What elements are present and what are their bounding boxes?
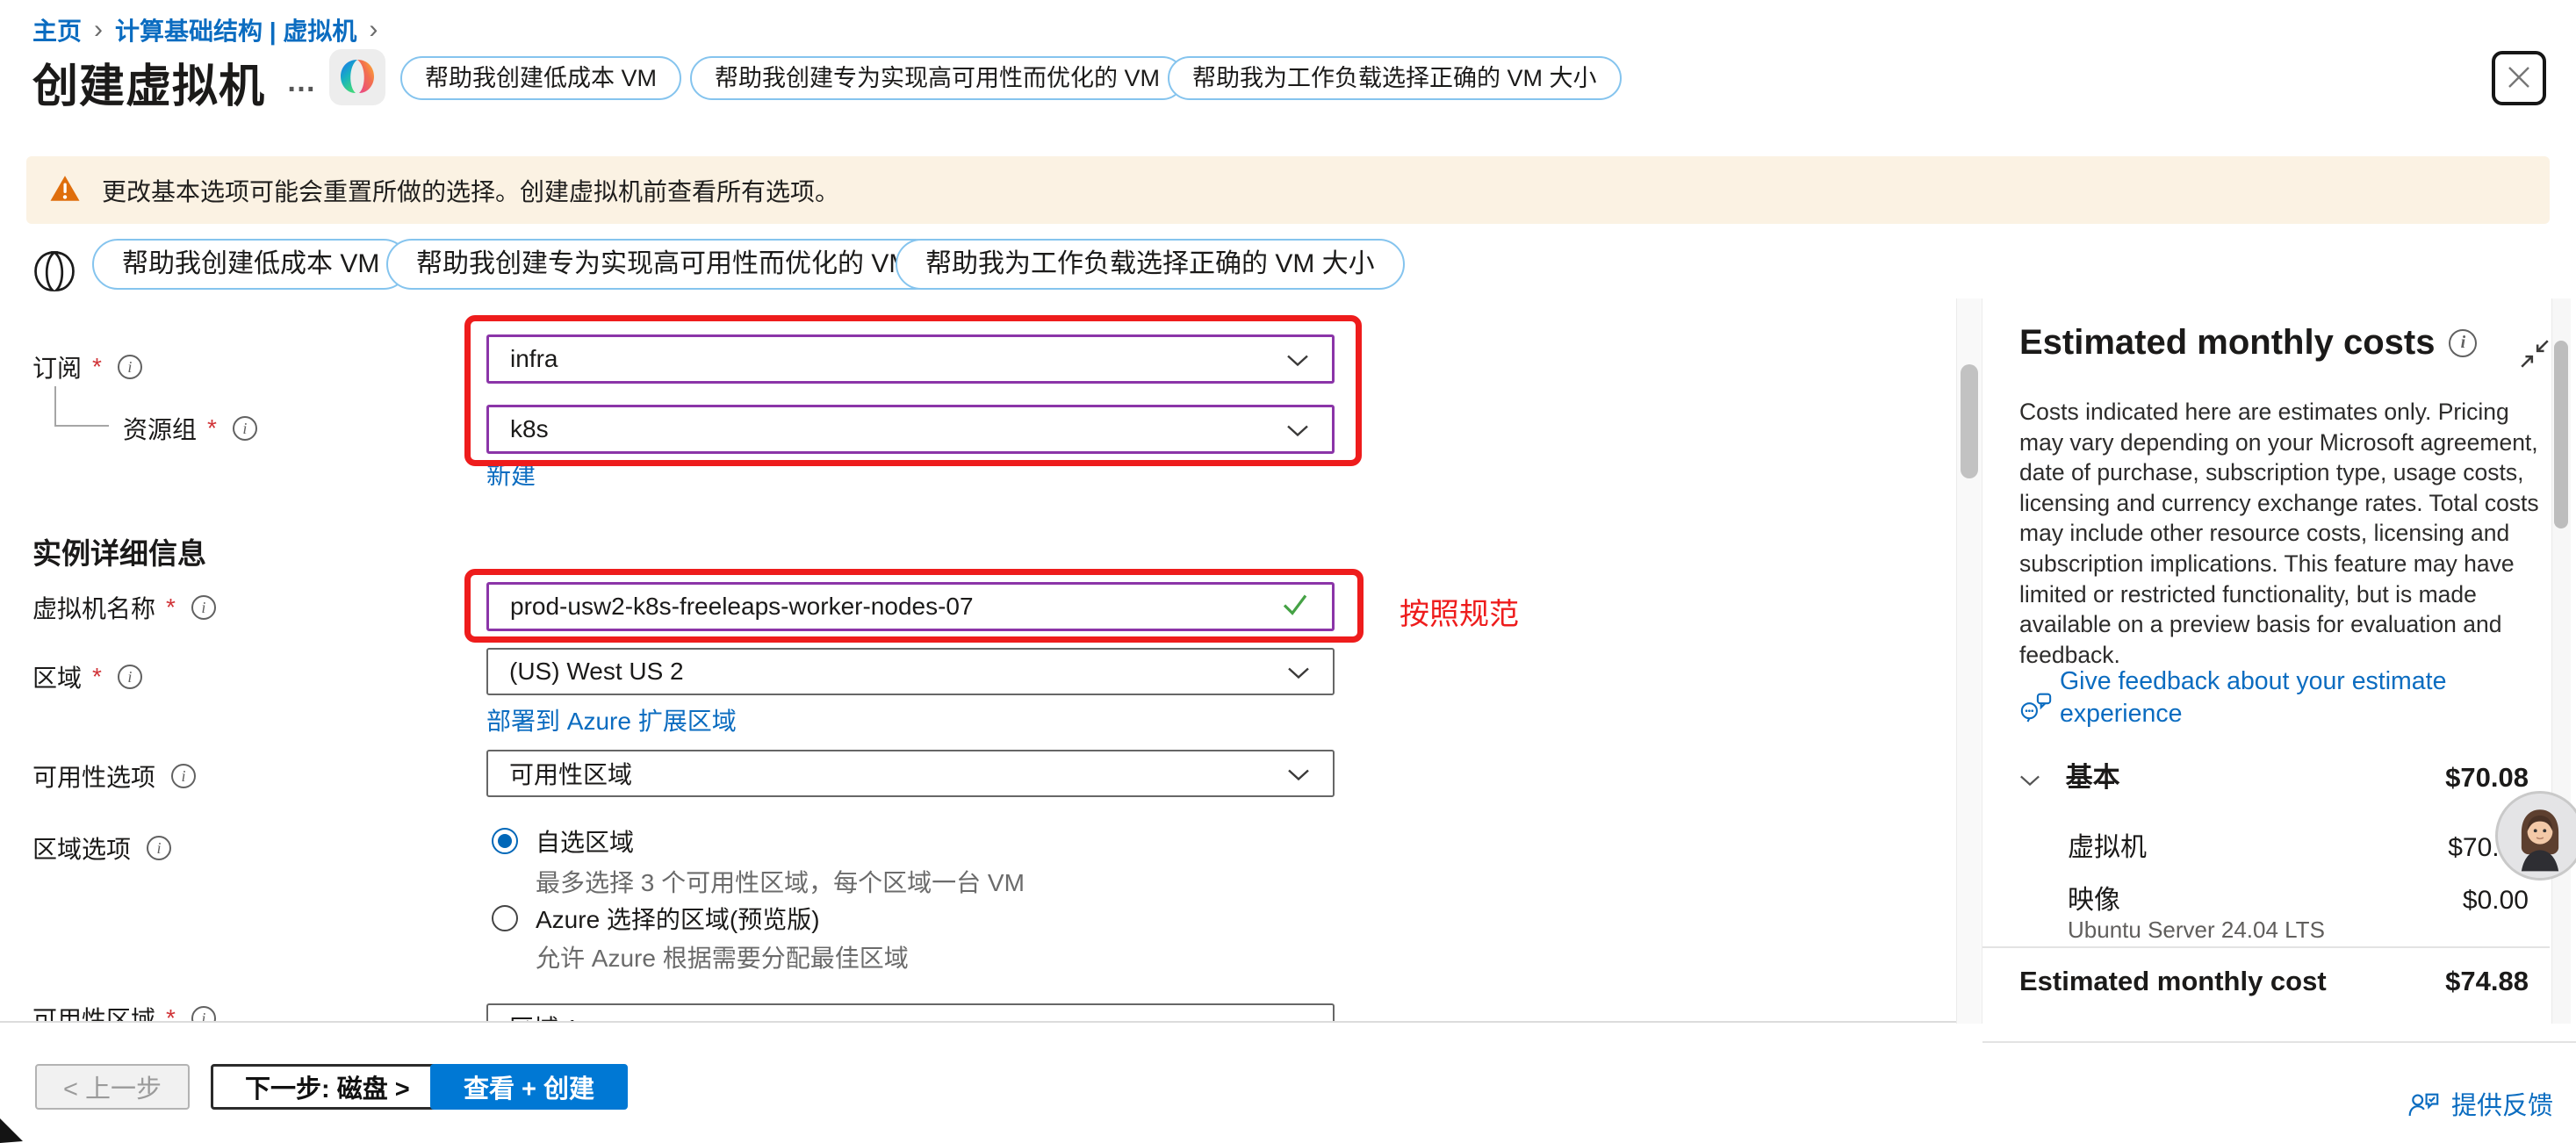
subscription-dropdown[interactable]: infra [486,334,1335,384]
copilot-suggestion-high-availability-top[interactable]: 帮助我创建专为实现高可用性而优化的 VM [690,56,1184,100]
zone-options-label: 区域选项 i [32,830,171,866]
close-button[interactable] [2492,51,2546,105]
cost-total-row: Estimated monthly cost $74.88 [2019,966,2529,997]
region-label: 区域* i [32,659,142,694]
cost-value: $0.00 [2463,886,2529,916]
deploy-edge-zone-link[interactable]: 部署到 Azure 扩展区域 [486,702,737,737]
main-scrollbar-thumb[interactable] [1961,364,1978,478]
info-icon[interactable]: i [147,836,171,860]
availability-zone-row-clipped: 可用性区域* i 区域 1 [0,1001,1956,1021]
create-new-resource-group-link[interactable]: 新建 [486,456,536,492]
assistant-avatar[interactable] [2495,791,2576,881]
vm-name-label: 虚拟机名称* i [32,590,216,625]
radio-self-selected-zones[interactable]: 自选区域 [492,823,634,859]
give-feedback-link[interactable]: 提供反馈 [2407,1085,2553,1122]
copilot-suggestion-vm-size[interactable]: 帮助我为工作负载选择正确的 VM 大小 [896,239,1405,290]
total-value: $74.88 [2445,966,2529,997]
copilot-suggestion-low-cost[interactable]: 帮助我创建低成本 VM [92,239,409,290]
valid-check-icon [1281,590,1309,624]
copilot-outline-icon [32,248,77,298]
cost-row-virtual-machine: 虚拟机 $70.08 [2068,825,2529,864]
next-step-disks-button[interactable]: 下一步: 磁盘 > [211,1064,444,1110]
copilot-suggestion-vm-size-top[interactable]: 帮助我为工作负载选择正确的 VM 大小 [1168,56,1622,100]
warning-banner-text: 更改基本选项可能会重置所做的选择。创建虚拟机前查看所有选项。 [102,173,839,208]
chevron-down-icon [1286,345,1309,373]
cost-panel-title: Estimated monthly costs i [2019,323,2477,363]
more-ellipsis-button[interactable]: … [286,65,319,99]
info-icon[interactable]: i [2449,329,2477,357]
info-icon[interactable]: i [118,665,142,689]
cost-value: $70.08 [2445,762,2529,794]
copilot-button[interactable] [329,49,385,105]
panel-divider [1982,946,2550,948]
avatar-image [2498,794,2576,878]
instance-details-header: 实例详细信息 [32,530,206,572]
connector-line [54,425,109,427]
info-icon[interactable]: i [171,764,196,788]
chevron-down-icon [1287,759,1310,787]
previous-step-button[interactable]: < 上一步 [35,1064,190,1110]
resource-group-label: 资源组* i [123,411,257,446]
info-icon[interactable]: i [118,355,142,379]
breadcrumb-compute[interactable]: 计算基础结构 | 虚拟机 [115,12,356,47]
copilot-icon [337,56,378,99]
copilot-suggestion-high-availability[interactable]: 帮助我创建专为实现高可用性而优化的 VM [386,239,940,290]
chevron-down-icon [2019,762,2040,794]
cost-row-image: 映像 $0.00 [2068,878,2529,917]
chevron-down-icon [1287,658,1310,686]
resource-group-dropdown[interactable]: k8s [486,405,1335,454]
collapse-panel-icon[interactable] [2518,337,2551,375]
cost-row-basics[interactable]: 基本 $70.08 [2019,755,2529,794]
availability-zone-label: 可用性区域* i [32,1001,216,1021]
create-vm-page: 主页 › 计算基础结构 | 虚拟机 › 创建虚拟机 … 帮助我创建低成本 VM … [0,0,2576,1143]
radio-selected-icon [492,828,518,854]
review-create-button[interactable]: 查看 + 创建 [430,1064,628,1110]
content-bottom-divider [0,1021,1982,1023]
chevron-down-icon [1287,1013,1310,1021]
copilot-suggestion-low-cost-top[interactable]: 帮助我创建低成本 VM [400,56,681,100]
warning-banner: 更改基本选项可能会重置所做的选择。创建虚拟机前查看所有选项。 [26,156,2550,224]
availability-options-label: 可用性选项 i [32,758,196,794]
cursor-artifact [0,1113,25,1143]
vm-name-input[interactable]: prod-usw2-k8s-freeleaps-worker-nodes-07 [486,582,1335,631]
estimate-feedback-link[interactable]: Give feedback about your estimate experi… [2019,665,2555,730]
page-title: 创建虚拟机 [32,49,265,115]
breadcrumb-home[interactable]: 主页 [32,12,82,47]
person-feedback-icon [2407,1089,2439,1118]
region-dropdown[interactable]: (US) West US 2 [486,648,1335,695]
radio-azure-selected-zones-desc: 允许 Azure 根据需要分配最佳区域 [536,939,909,974]
radio-azure-selected-zones[interactable]: Azure 选择的区域(预览版) [492,901,820,936]
info-icon[interactable]: i [191,1006,216,1021]
chevron-down-icon [1286,415,1309,443]
subscription-label: 订阅* i [32,349,142,385]
cost-panel-description: Costs indicated here are estimates only.… [2019,397,2541,670]
chevron-right-icon: › [94,15,103,45]
panel-scrollbar-thumb[interactable] [2554,341,2568,528]
feedback-bubbles-icon [2019,688,2053,723]
panel-bottom-divider [1982,1041,2576,1043]
connector-line [54,386,56,427]
annotation-text: 按照规范 [1400,590,1519,633]
info-icon[interactable]: i [191,595,216,620]
warning-icon [49,174,81,207]
radio-self-selected-zones-desc: 最多选择 3 个可用性区域，每个区域一台 VM [536,864,1025,899]
radio-unselected-icon [492,905,518,931]
availability-zone-dropdown[interactable]: 区域 1 [486,1003,1335,1021]
info-icon[interactable]: i [233,416,257,441]
image-name-note: Ubuntu Server 24.04 LTS [2068,917,2325,944]
chevron-right-icon: › [369,15,378,45]
close-icon [2506,64,2532,93]
availability-options-dropdown[interactable]: 可用性区域 [486,750,1335,797]
breadcrumb: 主页 › 计算基础结构 | 虚拟机 › [32,12,378,47]
